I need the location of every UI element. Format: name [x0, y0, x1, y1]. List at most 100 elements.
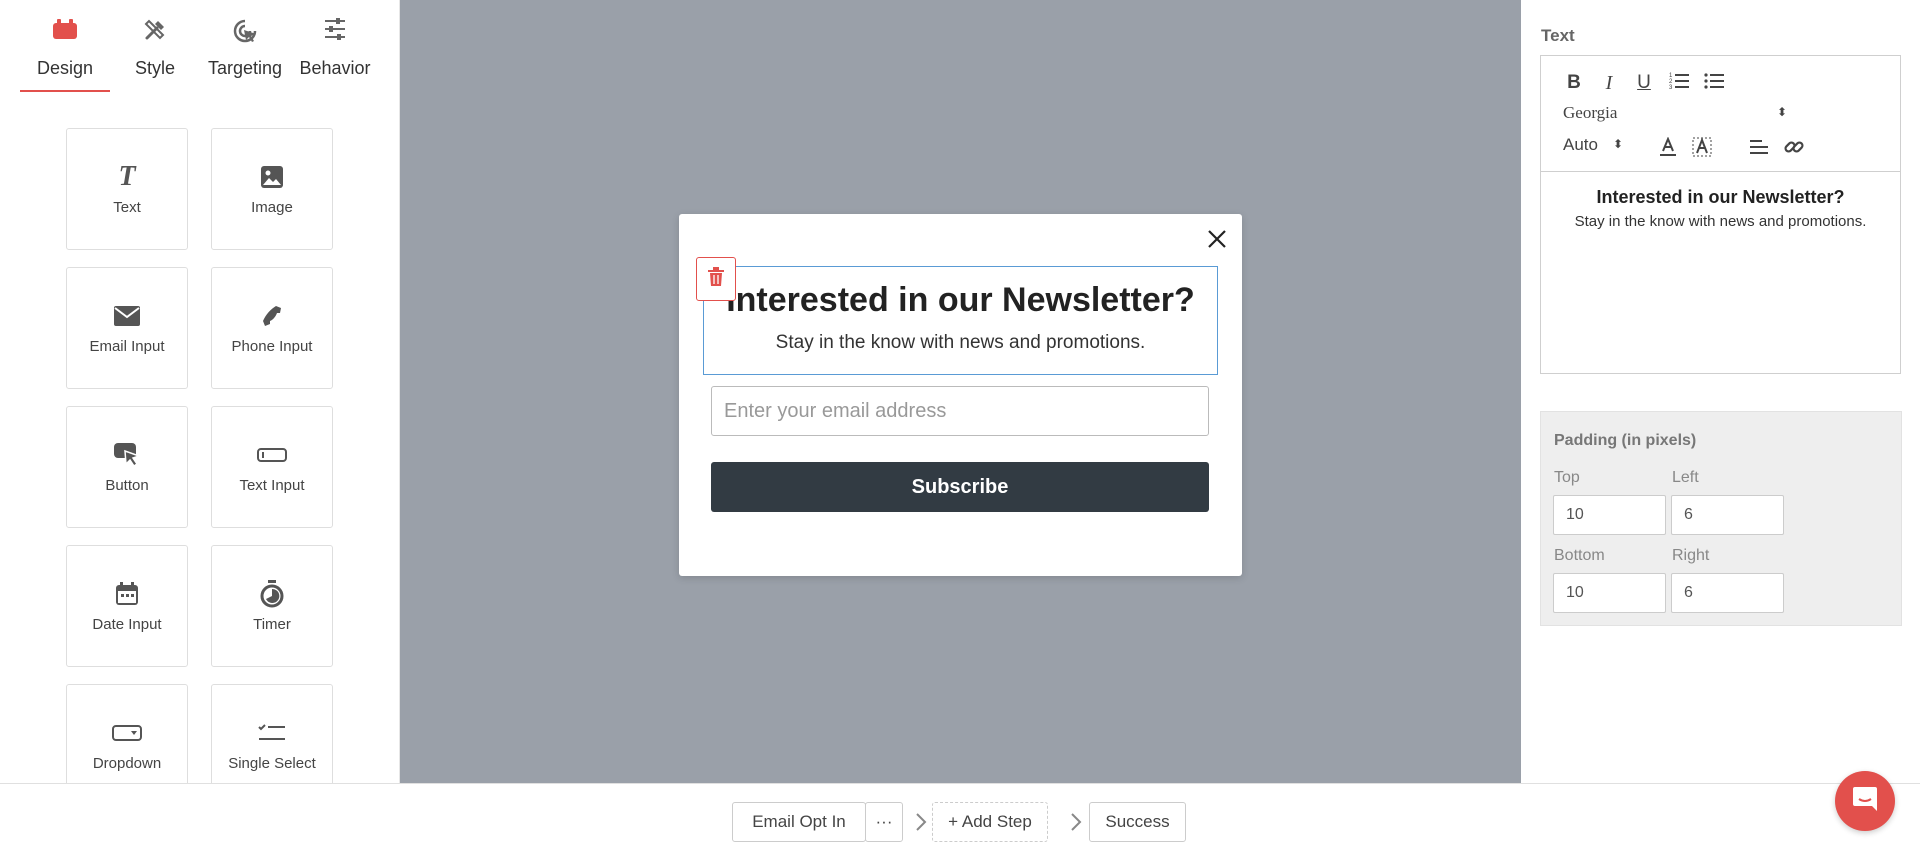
step-bar: Email Opt In ··· + Add Step Success — [0, 783, 1920, 855]
text-icon: T — [118, 161, 136, 192]
align-button[interactable] — [1746, 136, 1772, 162]
widget-label: Dropdown — [92, 755, 162, 772]
panel-title: Text — [1541, 26, 1575, 45]
email-input[interactable] — [711, 386, 1209, 436]
widget-email-input[interactable]: Email Input — [66, 267, 188, 389]
font-size-value: Auto — [1563, 135, 1598, 154]
link-button[interactable] — [1781, 136, 1807, 162]
underline-button[interactable]: U — [1631, 70, 1657, 96]
editor-content[interactable]: Interested in our Newsletter? Stay in th… — [1541, 173, 1900, 230]
tab-label: Behavior — [299, 58, 371, 78]
widget-date-input[interactable]: Date Input — [66, 545, 188, 667]
widget-timer[interactable]: Timer — [211, 545, 333, 667]
widget-label: Single Select — [228, 755, 316, 772]
selected-text-block[interactable]: Interested in our Newsletter? Stay in th… — [703, 266, 1218, 375]
tab-targeting[interactable]: Targeting — [200, 0, 290, 92]
widget-label: Text — [113, 199, 141, 216]
popup-subline: Stay in the know with news and promotion… — [775, 332, 1146, 353]
padding-title: Padding (in pixels) — [1554, 432, 1697, 449]
padding-bottom-input[interactable] — [1553, 573, 1666, 613]
underline-icon: U — [1637, 72, 1651, 93]
tab-label: Style — [134, 58, 176, 78]
text-color-icon — [1659, 135, 1677, 162]
bullet-list-icon — [1704, 72, 1724, 95]
svg-text:3: 3 — [1669, 85, 1673, 90]
left-sidebar: Design Style Targeting Behavior T Text I… — [0, 0, 400, 806]
tab-style[interactable]: Style — [110, 0, 200, 92]
briefcase-icon — [20, 18, 110, 44]
text-color-button[interactable] — [1655, 135, 1681, 162]
widget-label: Email Input — [89, 338, 165, 355]
align-left-icon — [1750, 139, 1768, 160]
chat-icon — [1851, 785, 1879, 818]
widget-label: Button — [105, 477, 149, 494]
link-icon — [1784, 137, 1804, 162]
widget-label: Image — [251, 199, 293, 216]
widget-image[interactable]: Image — [211, 128, 333, 250]
widget-label: Date Input — [92, 616, 162, 633]
step-more-button[interactable]: ··· — [865, 802, 903, 842]
font-size-select[interactable]: Auto ⬍ — [1563, 135, 1623, 159]
editor-headline: Interested in our Newsletter? — [1596, 187, 1845, 207]
phone-icon — [212, 302, 332, 330]
chat-launcher-button[interactable] — [1835, 771, 1895, 831]
padding-settings: Padding (in pixels) Top Left Bottom Righ… — [1540, 411, 1902, 626]
checklist-icon — [212, 719, 332, 747]
editor-toolbar: B I U 123 Georgia ⬍ Auto ⬍ — [1541, 56, 1900, 172]
ordered-list-icon: 123 — [1669, 72, 1689, 95]
editor-subline: Stay in the know with news and promotion… — [1574, 213, 1867, 230]
delete-block-button[interactable] — [696, 257, 736, 301]
rich-text-editor: B I U 123 Georgia ⬍ Auto ⬍ Interested in… — [1540, 55, 1901, 374]
trash-icon — [707, 266, 725, 292]
text-field-icon — [212, 441, 332, 469]
widget-button[interactable]: Button — [66, 406, 188, 528]
add-step-label: + Add Step — [948, 812, 1032, 831]
padding-bottom-label: Bottom — [1554, 547, 1605, 564]
padding-right-input[interactable] — [1671, 573, 1784, 613]
pen-ruler-icon — [110, 18, 200, 44]
step-success[interactable]: Success — [1089, 802, 1186, 842]
widget-text[interactable]: T Text — [66, 128, 188, 250]
bold-icon: B — [1567, 72, 1581, 93]
stopwatch-icon — [212, 580, 332, 608]
italic-button[interactable]: I — [1596, 70, 1622, 96]
properties-panel: Text B I U 123 Georgia ⬍ Auto ⬍ Interest… — [1521, 0, 1920, 783]
widget-label: Text Input — [239, 477, 305, 494]
dropdown-icon — [67, 719, 187, 747]
widget-label: Phone Input — [231, 338, 313, 355]
highlight-color-button[interactable] — [1689, 136, 1715, 162]
target-cursor-icon — [200, 18, 290, 44]
step-label: Email Opt In — [752, 812, 846, 831]
tab-design[interactable]: Design — [20, 0, 110, 92]
image-icon — [212, 163, 332, 191]
padding-right-label: Right — [1672, 547, 1710, 564]
padding-left-label: Left — [1672, 469, 1699, 486]
widget-label: Timer — [253, 616, 291, 633]
ordered-list-button[interactable]: 123 — [1666, 70, 1692, 96]
select-arrows-icon: ⬍ — [1612, 137, 1623, 151]
bullet-list-button[interactable] — [1701, 70, 1727, 96]
bold-button[interactable]: B — [1561, 70, 1587, 96]
editor-canvas: Interested in our Newsletter? Stay in th… — [400, 0, 1521, 783]
italic-icon: I — [1605, 71, 1613, 94]
more-icon: ··· — [875, 812, 893, 831]
popup-preview: Interested in our Newsletter? Stay in th… — [679, 214, 1242, 576]
widget-text-input[interactable]: Text Input — [211, 406, 333, 528]
calendar-icon — [67, 580, 187, 608]
font-family-select[interactable]: Georgia ⬍ — [1563, 103, 1787, 127]
padding-top-input[interactable] — [1553, 495, 1666, 535]
tab-label: Targeting — [207, 58, 283, 78]
chevron-right-icon — [916, 813, 927, 831]
button-cursor-icon — [67, 441, 187, 469]
padding-top-label: Top — [1554, 469, 1580, 486]
tab-behavior[interactable]: Behavior — [290, 0, 380, 92]
close-icon[interactable] — [1204, 226, 1230, 252]
chevron-right-icon — [1071, 813, 1082, 831]
step-email-opt-in[interactable]: Email Opt In — [732, 802, 866, 842]
highlight-icon — [1692, 136, 1712, 162]
widget-phone-input[interactable]: Phone Input — [211, 267, 333, 389]
subscribe-button[interactable]: Subscribe — [711, 462, 1209, 512]
add-step-button[interactable]: + Add Step — [932, 802, 1048, 842]
step-label: Success — [1105, 812, 1170, 831]
padding-left-input[interactable] — [1671, 495, 1784, 535]
